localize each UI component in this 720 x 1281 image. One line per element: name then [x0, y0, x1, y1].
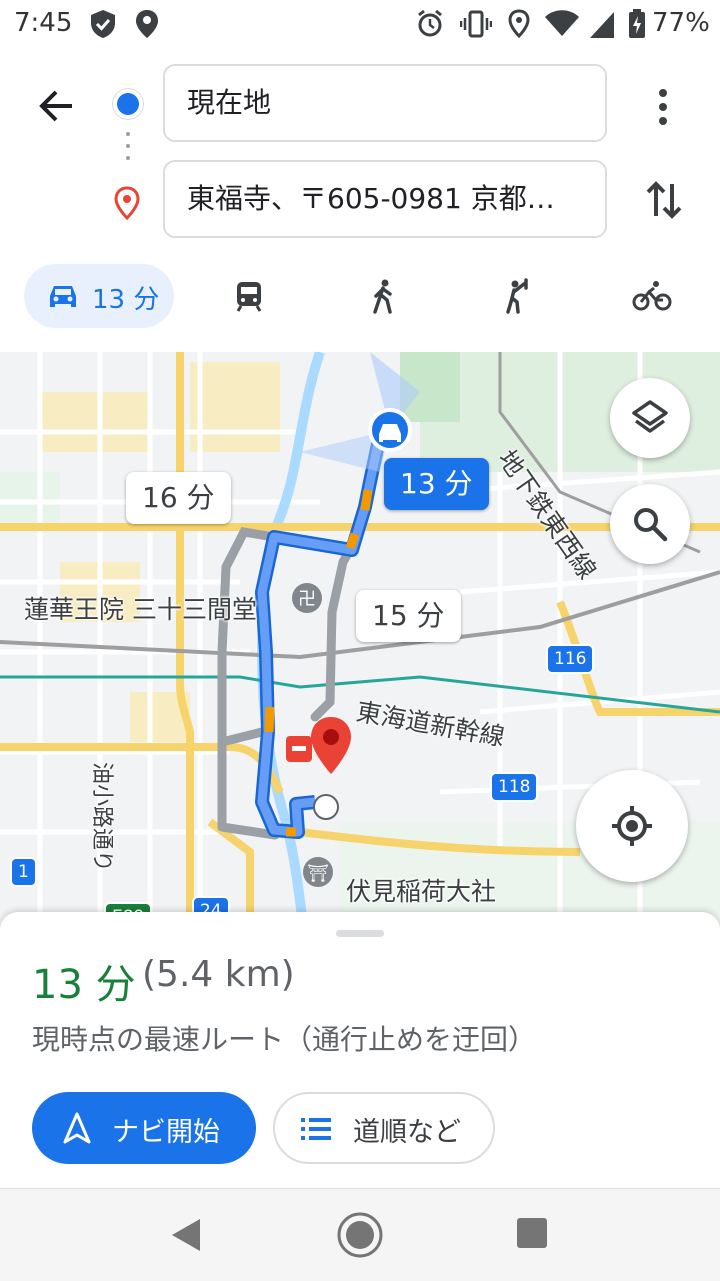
svg-text:⛩: ⛩: [307, 864, 329, 884]
wifi-icon: [545, 10, 579, 36]
hail-icon: [506, 278, 528, 314]
back-arrow-icon[interactable]: [30, 80, 82, 132]
mode-driving-label: 13 分: [92, 285, 160, 315]
my-location-icon: [612, 806, 652, 846]
back-nav-icon[interactable]: [168, 1215, 204, 1255]
svg-text:卍: 卍: [298, 589, 316, 610]
mode-cycling-tab[interactable]: [618, 264, 688, 328]
car-icon: [50, 286, 76, 307]
route-distance: (5.4 km): [142, 954, 295, 995]
destination-field[interactable]: 東福寺、〒605-0981 京都…: [163, 160, 607, 238]
route-summary-sheet[interactable]: 13 分 (5.4 km) 現時点の最速ルート（通行止めを迂回） ナビ開始 道順…: [0, 912, 720, 1188]
location-icon: [136, 10, 158, 38]
list-icon: [301, 1118, 331, 1140]
mode-rideshare-tab[interactable]: [482, 264, 552, 328]
alarm-icon: [418, 9, 442, 37]
home-nav-icon[interactable]: [336, 1211, 384, 1259]
train-icon: [236, 282, 262, 312]
map-view[interactable]: 卍 ⛩ 16 分 13 分 15 分 蓮華王院 三十三間堂 伏見稲荷大社 東海道…: [0, 352, 720, 932]
mode-driving-tab[interactable]: 13 分: [24, 264, 174, 328]
layers-icon: [632, 400, 668, 433]
location-outline-icon: [508, 9, 530, 39]
drag-handle[interactable]: [336, 930, 384, 937]
search-icon: [634, 508, 668, 542]
alt-route-16-label[interactable]: 16 分: [126, 472, 231, 524]
battery-percent: 77%: [652, 8, 710, 38]
road-shield-116: 116: [546, 644, 595, 674]
route-duration: 13 分: [32, 962, 136, 1008]
road-shield-118: 118: [490, 772, 539, 802]
steps-label: 道順など: [353, 1117, 461, 1148]
vibrate-icon: [460, 10, 492, 38]
search-along-route-button[interactable]: [610, 484, 690, 564]
recents-nav-icon[interactable]: [516, 1217, 548, 1249]
status-time: 7:45: [14, 8, 73, 38]
layers-button[interactable]: [610, 378, 690, 458]
road-shield-1: 1: [10, 857, 37, 887]
route-description: 現時点の最速ルート（通行止めを迂回）: [32, 1023, 537, 1056]
selected-route-label[interactable]: 13 分: [384, 458, 489, 510]
shield-check-icon: [91, 10, 115, 38]
more-options-icon[interactable]: [640, 84, 686, 130]
shrine-label[interactable]: 伏見稲荷大社: [346, 872, 496, 908]
origin-dot-icon: [117, 93, 139, 115]
navigation-arrow-icon: [63, 1112, 91, 1144]
battery-icon: [629, 9, 645, 38]
my-location-button[interactable]: [576, 770, 688, 882]
destination-pin-icon: [114, 186, 140, 221]
status-bar: 7:45 77%: [0, 0, 720, 50]
system-navigation-bar: [0, 1188, 720, 1281]
mode-transit-tab[interactable]: [214, 264, 284, 328]
walking-icon: [373, 279, 392, 314]
bicycle-icon: [632, 281, 672, 311]
street-label: 油小路通り: [89, 762, 114, 873]
signal-icon: [590, 12, 614, 38]
mode-walking-tab[interactable]: [348, 264, 418, 328]
temple-label[interactable]: 蓮華王院 三十三間堂: [24, 590, 257, 626]
route-connector-dots: [126, 132, 130, 172]
alt-route-15-label[interactable]: 15 分: [356, 590, 461, 642]
steps-button[interactable]: 道順など: [273, 1092, 495, 1164]
start-navigation-button[interactable]: ナビ開始: [32, 1092, 256, 1164]
swap-directions-icon[interactable]: [640, 176, 688, 224]
origin-field[interactable]: 現在地: [163, 64, 607, 142]
start-navigation-label: ナビ開始: [112, 1117, 220, 1148]
